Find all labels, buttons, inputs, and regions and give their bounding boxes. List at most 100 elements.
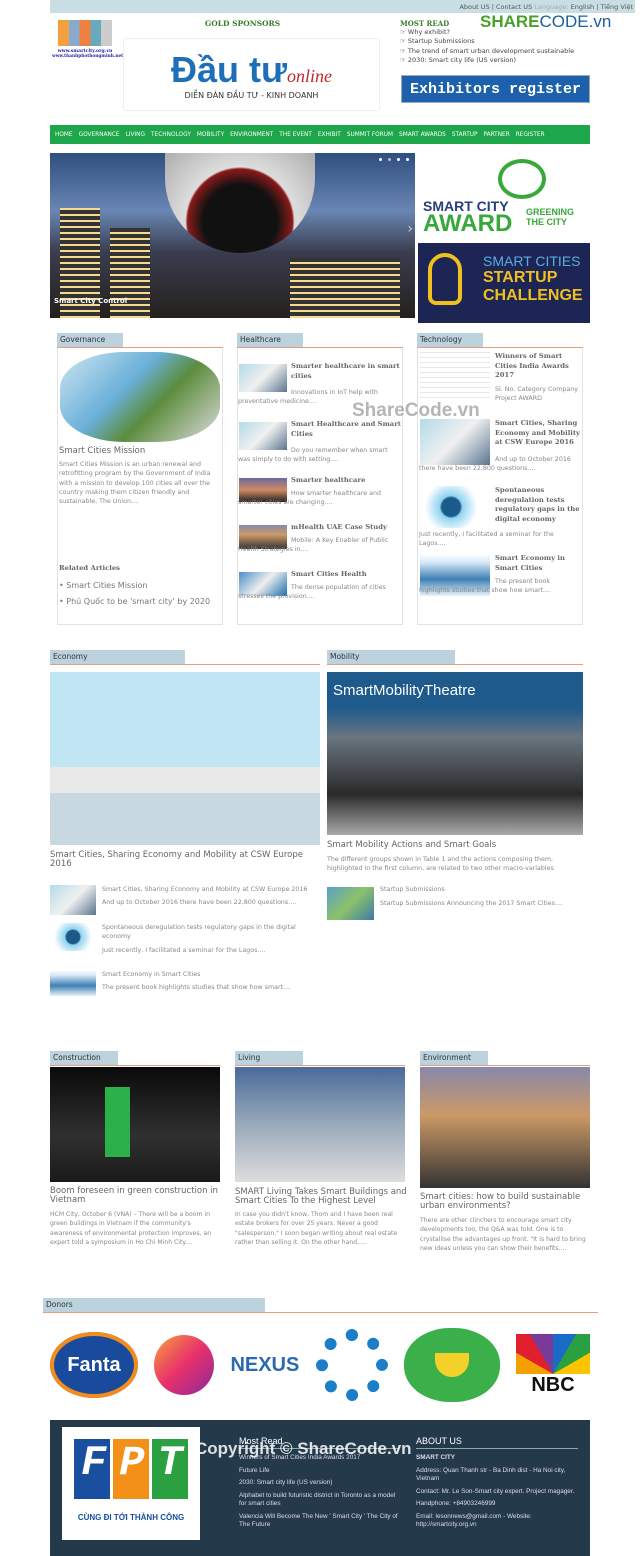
mobility-article[interactable]: Startup Submissions Startup Submissions A… — [380, 885, 585, 909]
swirl-logo[interactable] — [315, 1329, 388, 1401]
lightbulb-icon — [428, 253, 462, 305]
governance-headline[interactable]: Smart Cities Mission — [59, 446, 219, 456]
footer-link[interactable]: Future Life — [239, 1467, 399, 1476]
technology-tab[interactable]: Technology — [417, 333, 483, 348]
article-thumbnail[interactable] — [50, 885, 96, 915]
article-thumbnail[interactable] — [50, 923, 96, 951]
sharecode-watermark-mid: ShareCode.vn — [352, 400, 480, 421]
related-article-link[interactable]: • Phú Quốc to be 'smart city' by 2020 — [59, 596, 219, 607]
environment-tab[interactable]: Environment — [420, 1051, 488, 1066]
tech-article-text: The present book highlights studies that… — [419, 578, 552, 595]
nav-mobility[interactable]: MOBILITY — [197, 132, 224, 138]
environment-headline[interactable]: Smart cities: how to build sustainable u… — [420, 1193, 592, 1211]
governance-summary: Smart Cities Mission is an urban renewal… — [59, 461, 211, 506]
lotus-logo[interactable] — [403, 1328, 500, 1402]
security-camera-image — [165, 153, 315, 253]
economy-headline[interactable]: Smart Cities, Sharing Economy and Mobili… — [50, 851, 320, 869]
contact-us-link[interactable]: Contact US — [496, 3, 532, 11]
article-thumbnail[interactable] — [420, 486, 482, 528]
mobility-headline[interactable]: Smart Mobility Actions and Smart Goals — [327, 841, 583, 850]
exhibitors-register-banner[interactable]: Exhibitors register now — [401, 75, 590, 126]
hero-slider[interactable]: › Smart City Control — [50, 153, 415, 318]
mobility-tab[interactable]: Mobility — [327, 650, 455, 665]
article-thumbnail[interactable] — [327, 887, 374, 920]
healthcare-article-title[interactable]: mHealth UAE Case Study — [291, 523, 401, 533]
tech-article-title[interactable]: Winners of Smart Cities India Awards 201… — [495, 352, 581, 381]
healthcare-article-title[interactable]: Smarter healthcare in smart cities — [291, 362, 401, 381]
tech-article-title[interactable]: Spontaneous deregulation tests regulator… — [495, 486, 581, 524]
healthcare-article-title[interactable]: Smarter healthcare — [291, 476, 401, 486]
tree-icon — [498, 159, 546, 199]
economy-feature-image[interactable] — [50, 672, 320, 845]
sponsor-brand-script: online — [287, 66, 333, 86]
living-summary: In case you didn't know, Thom and I have… — [235, 1211, 398, 1246]
nexus-logo[interactable]: NEXUS — [230, 1354, 299, 1377]
logo-url-2: www.thanhphothongminh.net — [52, 54, 124, 59]
construction-tab[interactable]: Construction — [50, 1051, 118, 1066]
tech-article-title[interactable]: Smart Economy in Smart Cities — [495, 554, 581, 573]
economy-article[interactable]: Spontaneous deregulation tests regulator… — [102, 923, 320, 955]
nav-exhibit[interactable]: EXHIBIT — [318, 132, 341, 138]
fpt-logo[interactable]: FPT CÙNG ĐI TỚI THÀNH CÔNG — [62, 1427, 200, 1540]
economy-tab[interactable]: Economy — [50, 650, 185, 665]
footer-org: SMART CITY — [416, 1454, 456, 1461]
governance-image[interactable] — [60, 352, 220, 442]
nav-summit-forum[interactable]: SUMMIT FORUM — [347, 132, 393, 138]
related-article-link[interactable]: • Smart Cities Mission — [59, 580, 219, 591]
mobility-feature-image[interactable]: SmartMobilityTheatre — [327, 672, 583, 835]
footer-address: Address: Quan Thanh str - Ba Dinh dist -… — [416, 1466, 566, 1483]
language-label: Language: — [534, 3, 569, 11]
healthcare-article-title[interactable]: Smart Healthcare and Smart Cities — [291, 420, 401, 439]
nav-the-event[interactable]: THE EVENT — [279, 132, 312, 138]
environment-image[interactable] — [420, 1067, 590, 1188]
nav-smart-awards[interactable]: SMART AWARDS — [399, 132, 446, 138]
sponsor-brand: Đầu tư — [170, 49, 288, 90]
nav-home[interactable]: HOME — [55, 132, 73, 138]
lion-logo[interactable] — [154, 1335, 215, 1395]
nav-technology[interactable]: TECHNOLOGY — [151, 132, 191, 138]
construction-image[interactable] — [50, 1067, 220, 1182]
about-us-link[interactable]: About US — [459, 3, 489, 11]
nav-partner[interactable]: PARTNER — [483, 132, 509, 138]
living-headline[interactable]: SMART Living Takes Smart Buildings and S… — [235, 1188, 407, 1206]
site-logo[interactable]: www.smartcity.org.vn www.thanhphothongmi… — [52, 20, 124, 64]
lang-english[interactable]: English — [571, 3, 594, 11]
slider-next-arrow[interactable]: › — [407, 221, 413, 237]
footer: FPT CÙNG ĐI TỚI THÀNH CÔNG Most Read Win… — [50, 1420, 590, 1556]
healthcare-tab[interactable]: Healthcare — [237, 333, 303, 348]
economy-article[interactable]: Smart Economy in Smart Cities The present… — [102, 970, 320, 993]
construction-headline[interactable]: Boom foreseen in green construction in V… — [50, 1187, 220, 1205]
lang-vietnamese[interactable]: Tiếng Việt — [600, 3, 633, 11]
footer-link[interactable]: 2030: Smart city life (US version) — [239, 1479, 399, 1488]
governance-tab[interactable]: Governance — [57, 333, 123, 348]
footer-link[interactable]: Alphabet to build futuristic district in… — [239, 1492, 399, 1509]
nav-startup[interactable]: STARTUP — [452, 132, 478, 138]
article-thumbnail[interactable] — [50, 970, 96, 996]
nav-environment[interactable]: ENVIRONMENT — [230, 132, 273, 138]
living-tab[interactable]: Living — [235, 1051, 303, 1066]
tech-article-title[interactable]: Smart Cities, Sharing Economy and Mobili… — [495, 419, 581, 448]
fanta-logo[interactable]: Fanta — [50, 1332, 138, 1398]
healthcare-article-title[interactable]: Smart Cities Health — [291, 570, 401, 580]
footer-phone: Handphone: +84903246999 — [416, 1500, 496, 1507]
nav-living[interactable]: LIVING — [126, 132, 145, 138]
startup-challenge-banner[interactable]: SMART CITIES STARTUP CHALLENGE — [418, 243, 590, 323]
slider-dots[interactable] — [379, 158, 409, 161]
living-image[interactable] — [235, 1067, 405, 1182]
article-thumbnail[interactable] — [420, 352, 490, 402]
most-read-item[interactable]: ☞ 2030: Smart city life (US version) — [400, 56, 600, 65]
most-read-item[interactable]: ☞ Startup Submissions — [400, 37, 600, 46]
nav-governance[interactable]: GOVERNANCE — [79, 132, 120, 138]
footer-link[interactable]: Valencia Will Become The New ' Smart Cit… — [239, 1513, 399, 1530]
most-read-item[interactable]: ☞ The trend of smart urban development s… — [400, 47, 600, 56]
nbc-logo[interactable]: NBC — [516, 1333, 590, 1397]
donors-tab: Donors — [43, 1298, 265, 1313]
smart-city-award-banner[interactable]: SMART CITY AWARD GREENING THE CITY — [418, 155, 590, 240]
fpt-slogan: CÙNG ĐI TỚI THÀNH CÔNG — [77, 1513, 185, 1522]
economy-article[interactable]: Smart Cities, Sharing Economy and Mobili… — [102, 885, 320, 908]
footer-email[interactable]: Email: lesonnews@gmail.com - Website: ht… — [416, 1513, 578, 1530]
nav-register[interactable]: REGISTER — [516, 132, 545, 138]
sponsor-dautu-logo[interactable]: Đầu tưonline DIỄN ĐÀN ĐẦU TƯ - KINH DOAN… — [123, 38, 380, 111]
footer-contact: Contact: Mr. Le Son-Smart city expert. P… — [416, 1487, 575, 1495]
mobility-summary: The different groups shown in Table 1 an… — [327, 856, 554, 873]
